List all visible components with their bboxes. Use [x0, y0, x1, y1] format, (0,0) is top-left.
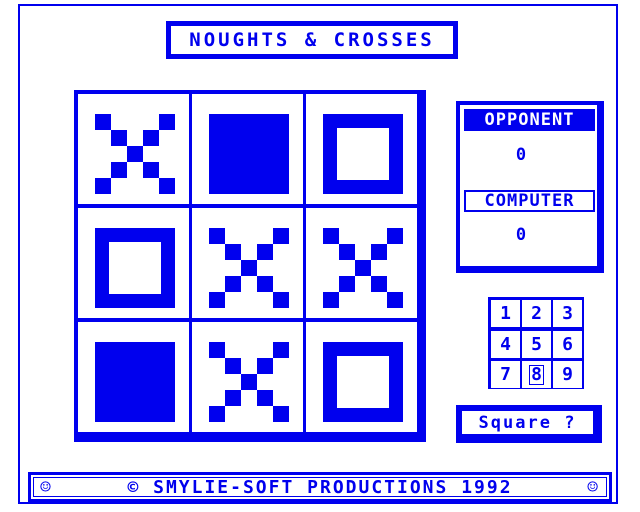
keypad-key-8[interactable]: 8: [522, 361, 551, 388]
nought-mark: [95, 228, 175, 308]
board-cell-7[interactable]: [78, 322, 189, 432]
board-cell-2[interactable]: [192, 94, 303, 204]
page-title: NOUGHTS & CROSSES: [169, 24, 455, 56]
score-panel: OPPONENT 0 COMPUTER 0: [456, 101, 604, 273]
keypad-key-3[interactable]: 3: [553, 300, 582, 327]
square-prompt: Square ?: [456, 405, 602, 443]
board-cell-6[interactable]: [306, 208, 417, 318]
keypad-key-2[interactable]: 2: [522, 300, 551, 327]
cross-mark: [209, 228, 289, 308]
board-cell-9[interactable]: [306, 322, 417, 432]
opponent-score: 0: [515, 145, 527, 165]
keypad-key-5[interactable]: 5: [522, 331, 551, 358]
computer-label: COMPUTER: [464, 190, 595, 212]
credits-text: © SMYLIE-SOFT PRODUCTIONS 1992: [127, 476, 513, 498]
nought-mark: [323, 114, 403, 194]
cross-mark: [323, 228, 403, 308]
board-cell-1[interactable]: [78, 94, 189, 204]
smiley-icon: ☺: [40, 476, 53, 498]
board-cell-4[interactable]: [78, 208, 189, 318]
opponent-label: OPPONENT: [464, 109, 595, 131]
footer-credits: ☺ © SMYLIE-SOFT PRODUCTIONS 1992 ☺: [28, 472, 612, 502]
board-cell-8[interactable]: [192, 322, 303, 432]
keypad-key-9[interactable]: 9: [553, 361, 582, 388]
block-mark: [209, 114, 289, 194]
nought-mark: [323, 342, 403, 422]
keypad-key-4[interactable]: 4: [491, 331, 520, 358]
board-cell-3[interactable]: [306, 94, 417, 204]
keypad-key-6[interactable]: 6: [553, 331, 582, 358]
smiley-icon: ☺: [587, 476, 600, 498]
keypad-key-7[interactable]: 7: [491, 361, 520, 388]
title-box: NOUGHTS & CROSSES: [166, 21, 458, 59]
cross-mark: [95, 114, 175, 194]
square-prompt-text: Square ?: [460, 409, 595, 436]
cross-mark: [209, 342, 289, 422]
game-board: [74, 90, 426, 442]
computer-score: 0: [515, 225, 527, 245]
square-keypad: 123 456 789: [488, 297, 584, 389]
block-mark: [95, 342, 175, 422]
keypad-key-1[interactable]: 1: [491, 300, 520, 327]
board-cell-5[interactable]: [192, 208, 303, 318]
